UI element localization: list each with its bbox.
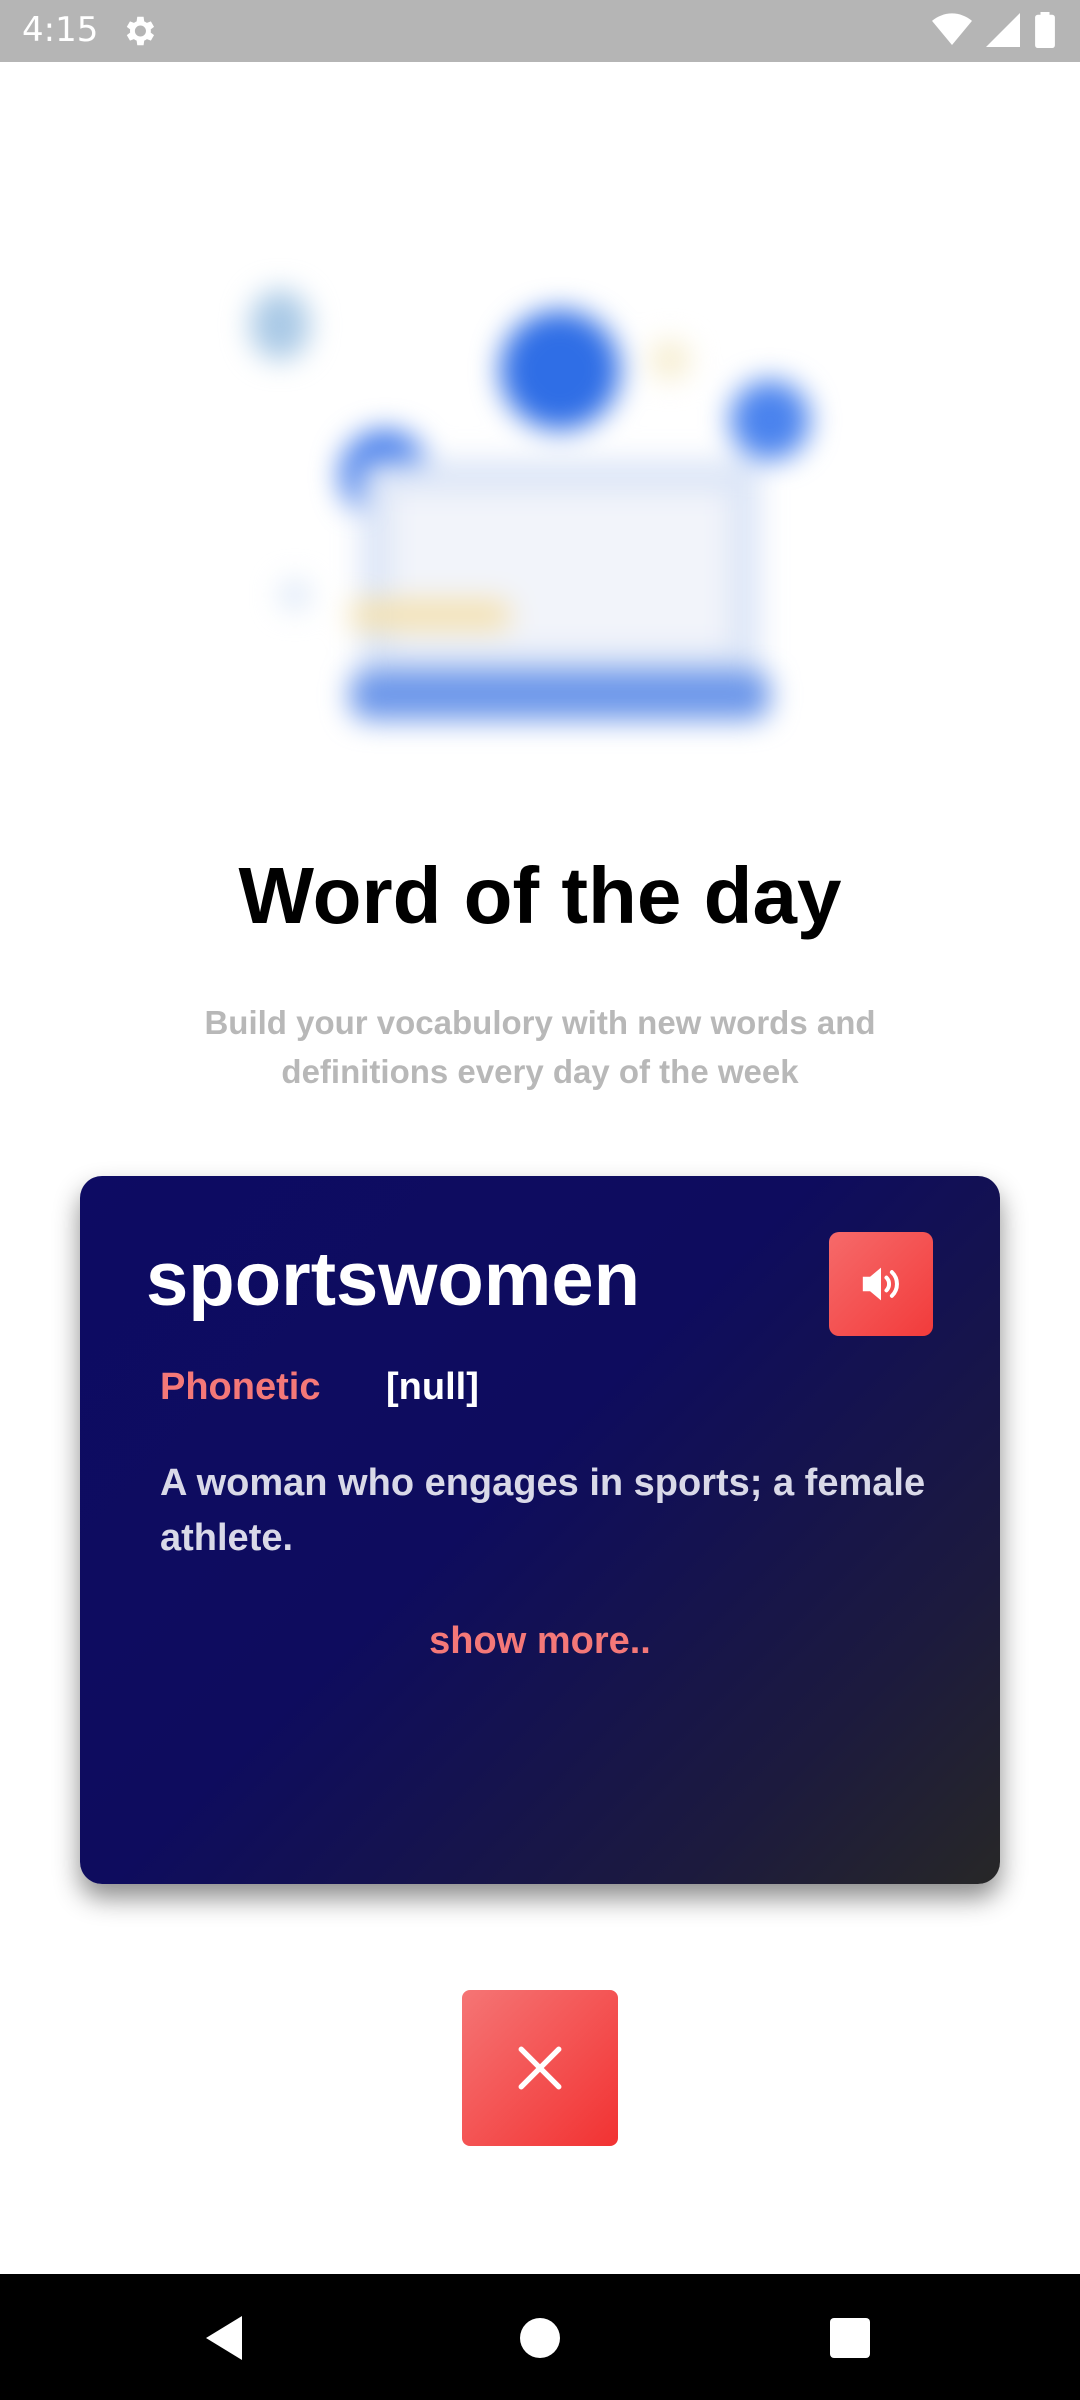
phonetic-value: [null]: [386, 1366, 479, 1408]
close-button[interactable]: [462, 1990, 618, 2146]
close-icon: [518, 2046, 562, 2090]
page-subtitle: Build your vocabulory with new words and…: [204, 1004, 876, 1090]
navigation-bar: [0, 2274, 1080, 2400]
status-time: 4:15: [22, 10, 99, 50]
phonetic-label: Phonetic: [160, 1366, 321, 1408]
word-card: sportswomen Phonetic [null] A woman who …: [80, 1176, 1000, 1884]
word-text: sportswomen: [146, 1237, 641, 1322]
status-bar: 4:15: [0, 0, 1080, 62]
battery-icon: [1035, 12, 1055, 48]
signal-icon: [986, 13, 1020, 47]
back-icon[interactable]: [202, 2314, 246, 2362]
speaker-icon: [862, 1267, 899, 1301]
page-title: Word of the day: [238, 851, 842, 940]
wifi-icon: [932, 13, 972, 46]
status-icons: [932, 12, 1056, 48]
definition-text: A woman who engages in sports; a female …: [160, 1462, 926, 1559]
word-of-day-illustration: [220, 250, 860, 770]
show-more-link[interactable]: show more..: [80, 1620, 1000, 1663]
home-icon[interactable]: [520, 2318, 560, 2358]
recents-icon[interactable]: [830, 2318, 870, 2358]
gear-icon: [126, 16, 155, 46]
pronounce-button[interactable]: [829, 1232, 933, 1336]
